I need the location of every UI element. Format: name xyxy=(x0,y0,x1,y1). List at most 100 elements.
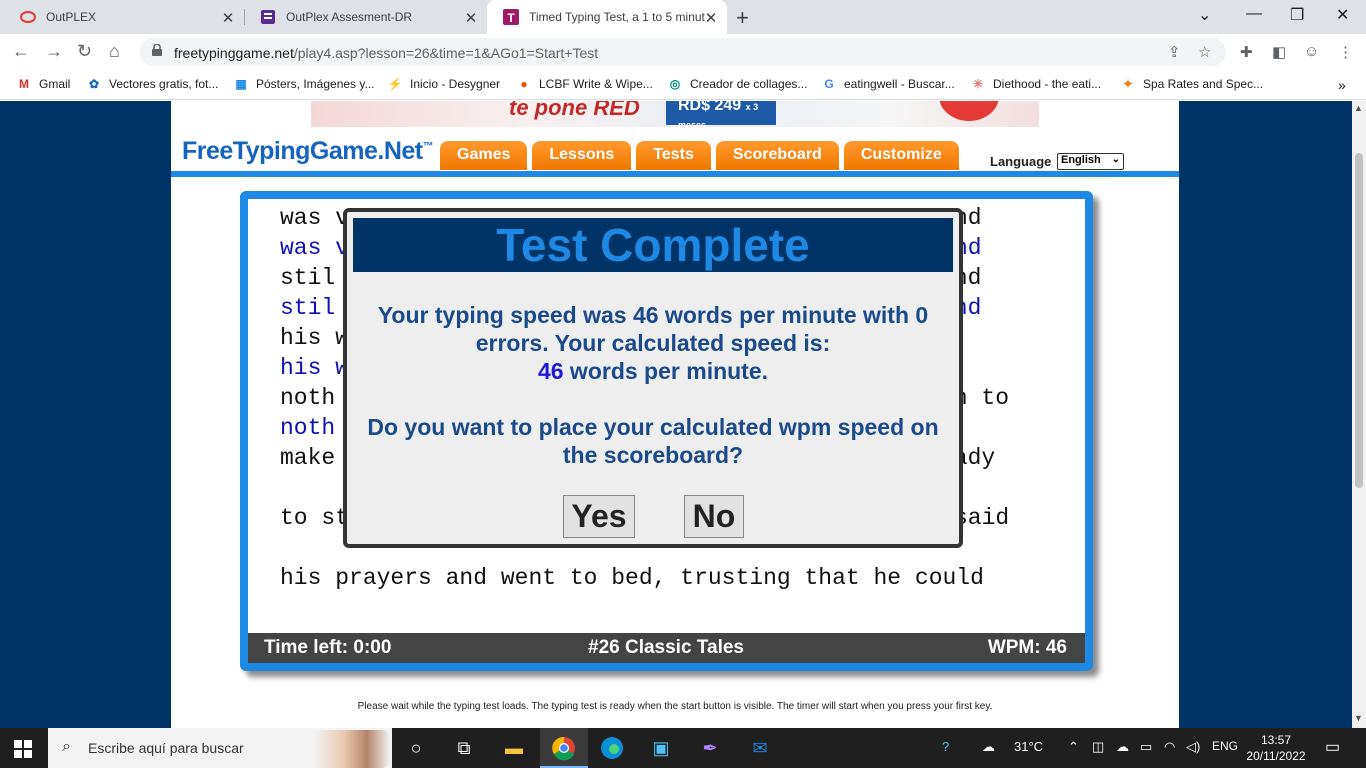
no-button[interactable]: No xyxy=(684,495,744,538)
menu-kebab-icon[interactable]: ⋮ xyxy=(1338,43,1353,61)
cortana-icon[interactable]: ○ xyxy=(402,734,430,762)
menu-tests[interactable]: Tests xyxy=(636,141,711,170)
close-icon[interactable]: ✕ xyxy=(703,9,719,27)
extensions-puzzle-icon[interactable]: ✚ xyxy=(1240,43,1253,61)
chrome-icon[interactable] xyxy=(550,734,578,762)
site-logo[interactable]: FreeTypingGame.Net™ xyxy=(182,137,434,166)
main-menu: Games Lessons Tests Scoreboard Customize xyxy=(440,141,964,170)
opera-icon xyxy=(20,11,36,23)
bookmark-eatingwell[interactable]: Geatingwell - Buscar... xyxy=(821,77,954,91)
address-bar[interactable]: freetypinggame.net/play4.asp?lesson=26&t… xyxy=(140,38,1226,66)
share-icon[interactable]: ⇪ xyxy=(1168,43,1181,61)
tab-search-chevron-icon[interactable]: ⌄ xyxy=(1198,5,1211,25)
notifications-icon[interactable]: ▭ xyxy=(1325,737,1340,757)
system-clock[interactable]: 13:57 20/11/2022 xyxy=(1245,732,1307,764)
side-panel-icon[interactable]: ◧ xyxy=(1272,43,1286,61)
desygner-icon: ⚡ xyxy=(387,77,403,91)
windows-taskbar: ⌕ Escribe aquí para buscar ○ ⧉ ▬ ▣ ✒ ✉ ?… xyxy=(0,728,1366,768)
tab-typing-test[interactable]: T Timed Typing Test, a 1 to 5 minut ✕ xyxy=(487,0,727,34)
meet-now-icon[interactable]: ◫ xyxy=(1092,739,1104,755)
bookmarks-overflow-icon[interactable]: » xyxy=(1338,77,1346,93)
scroll-up-icon[interactable]: ▲ xyxy=(1354,103,1363,113)
toolbar: ← → ↻ ⌂ freetypinggame.net/play4.asp?les… xyxy=(0,34,1366,70)
page-scrollbar[interactable]: ▲ ▼ xyxy=(1352,101,1366,728)
new-tab-button[interactable]: + xyxy=(736,5,749,31)
lesson-title: #26 Classic Tales xyxy=(588,637,744,658)
store-icon[interactable]: ▣ xyxy=(647,734,675,762)
language-select[interactable]: English ⌄ xyxy=(1057,153,1124,170)
edge-icon[interactable] xyxy=(598,734,626,762)
windows-start-icon[interactable] xyxy=(14,740,32,758)
typing-site-icon: T xyxy=(503,9,519,25)
back-arrow-icon[interactable]: ← xyxy=(12,41,30,62)
scroll-down-icon[interactable]: ▼ xyxy=(1354,713,1363,723)
bookmark-desygner[interactable]: ⚡ Inicio - Desygner xyxy=(387,77,501,91)
bookmark-star-icon[interactable]: ☆ xyxy=(1198,43,1211,61)
close-icon[interactable]: ✕ xyxy=(463,9,479,27)
loading-note: Please wait while the typing test loads.… xyxy=(357,701,993,712)
wpm-readout: WPM: 46 xyxy=(987,637,1067,658)
onedrive-icon[interactable]: ☁ xyxy=(1116,739,1129,755)
bookmarks-bar: M Gmail ✿ Vectores gratis, fot... ▦ Pósters… xyxy=(0,70,1366,100)
search-highlight-image xyxy=(314,730,390,768)
chevron-down-icon: ⌄ xyxy=(1111,154,1120,165)
wifi-icon[interactable]: ◠ xyxy=(1164,739,1175,755)
url-text: freetypinggame.net/play4.asp?lesson=26&t… xyxy=(174,45,599,61)
scrollbar-thumb[interactable] xyxy=(1355,153,1363,488)
diethood-icon: ✳ xyxy=(972,77,984,91)
header-divider xyxy=(171,171,1179,177)
outlook-icon[interactable]: ✉ xyxy=(746,734,774,762)
window-close-icon[interactable]: ✕ xyxy=(1336,5,1349,25)
menu-games[interactable]: Games xyxy=(440,141,528,170)
close-icon[interactable]: ✕ xyxy=(220,9,236,27)
lcbf-icon: ● xyxy=(520,77,528,91)
bookmark-collages[interactable]: ◎ Creador de collages... xyxy=(667,77,808,91)
restore-icon[interactable]: ❐ xyxy=(1290,5,1304,25)
tab-outplex[interactable]: OutPLEX ✕ xyxy=(0,0,244,34)
task-view-icon[interactable]: ⧉ xyxy=(450,734,478,762)
weather-temp[interactable]: 31°C xyxy=(1014,739,1043,754)
gmail-icon: M xyxy=(19,77,29,91)
test-status-bar: Time left: 0:00 #26 Classic Tales WPM: 4… xyxy=(248,633,1085,663)
ad-headline: te pone RED xyxy=(509,101,640,120)
menu-customize[interactable]: Customize xyxy=(843,141,959,170)
dialog-header: Test Complete xyxy=(353,218,953,272)
tab-title: Timed Typing Test, a 1 to 5 minut xyxy=(529,10,705,24)
weather-cloud-icon[interactable]: ☁ xyxy=(982,739,995,755)
search-placeholder: Escribe aquí para buscar xyxy=(88,740,244,756)
text-line: his prayers and went to bed, trusting th… xyxy=(280,565,984,591)
ad-graphic xyxy=(939,101,999,121)
tab-title: OutPLEX xyxy=(46,10,97,24)
home-icon[interactable]: ⌂ xyxy=(109,41,120,62)
bookmark-diethood[interactable]: ✳ Diethood - the eati... xyxy=(970,77,1101,91)
file-explorer-icon[interactable]: ▬ xyxy=(500,734,528,762)
bookmark-vectores[interactable]: ✿ Vectores gratis, fot... xyxy=(86,77,218,91)
bookmark-gmail[interactable]: M Gmail xyxy=(16,77,70,91)
lock-icon xyxy=(152,44,162,56)
tab-strip: OutPLEX ✕ OutPlex Assesment-DR ✕ T Timed… xyxy=(0,0,1366,34)
bookmark-spa[interactable]: ✦ Spa Rates and Spec... xyxy=(1120,77,1263,91)
document-icon xyxy=(261,10,275,24)
battery-icon[interactable]: ▭ xyxy=(1140,739,1152,755)
bookmark-lcbf[interactable]: ● LCBF Write & Wipe... xyxy=(516,77,652,91)
reload-icon[interactable]: ↻ xyxy=(77,41,92,62)
minimize-icon[interactable]: — xyxy=(1246,5,1262,23)
tab-outplex-assessment[interactable]: OutPlex Assesment-DR ✕ xyxy=(244,0,487,34)
ad-banner[interactable]: te pone RED RD$ 249 x 3 meses xyxy=(311,101,1039,127)
taskbar-search[interactable]: ⌕ Escribe aquí para buscar xyxy=(48,728,392,768)
bookmark-posters[interactable]: ▦ Pósters, Imágenes y... xyxy=(233,77,374,91)
time-left: Time left: 0:00 xyxy=(264,637,392,658)
help-icon[interactable]: ? xyxy=(942,739,949,754)
scoreboard-question: Do you want to place your calculated wpm… xyxy=(367,414,939,468)
tray-chevron-up-icon[interactable]: ⌃ xyxy=(1068,739,1079,755)
profile-avatar-icon[interactable]: ☺ xyxy=(1304,43,1319,60)
google-icon: G xyxy=(824,77,834,91)
yes-button[interactable]: Yes xyxy=(563,495,635,538)
volume-icon[interactable]: ◁) xyxy=(1186,739,1200,755)
menu-scoreboard[interactable]: Scoreboard xyxy=(715,141,839,170)
feather-app-icon[interactable]: ✒ xyxy=(696,734,724,762)
svg-text:T: T xyxy=(507,11,515,25)
menu-lessons[interactable]: Lessons xyxy=(532,141,632,170)
input-language[interactable]: ENG xyxy=(1212,739,1238,753)
forward-arrow-icon[interactable]: → xyxy=(45,41,63,62)
